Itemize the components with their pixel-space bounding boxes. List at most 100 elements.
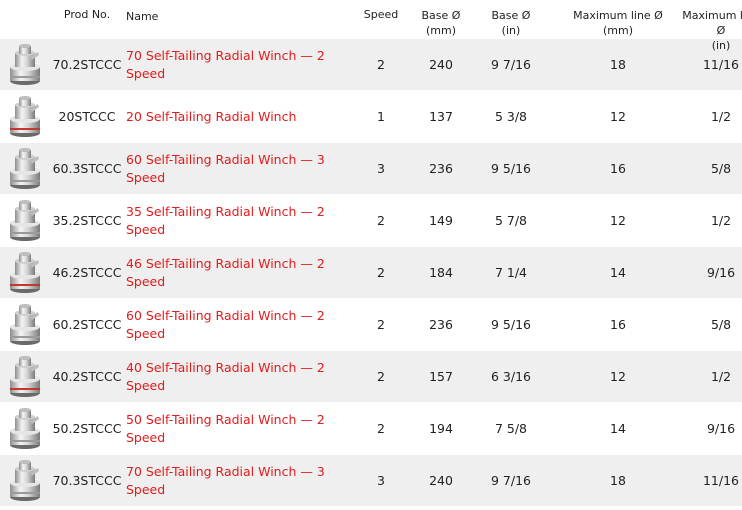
name-cell: 40 Self-Tailing Radial Winch — 2 Speed: [124, 351, 344, 402]
header-prod-no: Prod No.: [50, 0, 124, 38]
product-name-link[interactable]: 40 Self-Tailing Radial Winch — 2 Speed: [126, 359, 344, 395]
speed-cell: 2: [356, 403, 406, 454]
product-name-link[interactable]: 70 Self-Tailing Radial Winch — 3 Speed: [126, 463, 344, 499]
max-line-in-cell: 1/2: [678, 351, 742, 402]
product-image-cell[interactable]: [0, 143, 50, 194]
max-line-in-value: 1/2: [710, 109, 732, 124]
winch-thumbnail-icon[interactable]: [8, 147, 42, 191]
table-row: 40.2STCCC 40 Self-Tailing Radial Winch —…: [0, 350, 742, 402]
product-image-cell[interactable]: [0, 247, 50, 298]
product-name-link[interactable]: 50 Self-Tailing Radial Winch — 2 Speed: [126, 411, 344, 447]
product-name-link[interactable]: 35 Self-Tailing Radial Winch — 2 Speed: [126, 203, 344, 239]
winch-thumbnail-icon[interactable]: [8, 355, 42, 399]
max-line-in-value: 9/16: [706, 421, 736, 436]
winch-thumbnail-icon[interactable]: [8, 459, 42, 503]
base-mm-cell: 149: [406, 195, 476, 246]
product-name-link[interactable]: 70 Self-Tailing Radial Winch — 2 Speed: [126, 47, 344, 83]
product-name-link[interactable]: 60 Self-Tailing Radial Winch — 2 Speed: [126, 307, 344, 343]
product-image-cell[interactable]: [0, 91, 50, 142]
base-mm-cell: 194: [406, 403, 476, 454]
header-prod-no-label: Prod No.: [63, 8, 111, 21]
speed-cell: 2: [356, 39, 406, 90]
base-in-cell: 7 1/4: [476, 247, 546, 298]
prod-no: 35.2STCCC: [52, 213, 122, 228]
max-line-mm-value: 18: [610, 473, 626, 488]
winch-thumbnail-icon[interactable]: [8, 43, 42, 87]
max-line-in-cell: 5/8: [678, 143, 742, 194]
base-mm-value: 240: [429, 57, 453, 72]
max-line-mm-value: 16: [610, 161, 626, 176]
max-line-mm-value: 18: [610, 57, 626, 72]
base-in-value: 5 3/8: [494, 109, 528, 124]
prod-no-cell: 60.3STCCC: [50, 143, 124, 194]
max-line-in-value: 9/16: [706, 265, 736, 280]
winch-thumbnail-icon[interactable]: [8, 251, 42, 295]
base-in-value: 7 5/8: [494, 421, 528, 436]
winch-thumbnail-icon[interactable]: [8, 95, 42, 139]
product-image-cell[interactable]: [0, 455, 50, 506]
max-line-in-cell: 9/16: [678, 403, 742, 454]
speed-value: 2: [377, 317, 385, 332]
max-line-in-value: 5/8: [710, 317, 732, 332]
base-mm-cell: 157: [406, 351, 476, 402]
base-in-value: 6 3/16: [491, 369, 531, 384]
header-speed: Speed: [356, 0, 406, 38]
prod-no-cell: 46.2STCCC: [50, 247, 124, 298]
table-row: 35.2STCCC 35 Self-Tailing Radial Winch —…: [0, 194, 742, 246]
product-name-link[interactable]: 46 Self-Tailing Radial Winch — 2 Speed: [126, 255, 344, 291]
max-line-mm-cell: 14: [564, 403, 672, 454]
base-mm-cell: 236: [406, 299, 476, 350]
max-line-in-cell: 9/16: [678, 247, 742, 298]
base-mm-value: 240: [429, 473, 453, 488]
speed-value: 2: [377, 57, 385, 72]
name-cell: 60 Self-Tailing Radial Winch — 2 Speed: [124, 299, 344, 350]
base-in-cell: 5 7/8: [476, 195, 546, 246]
base-mm-cell: 236: [406, 143, 476, 194]
max-line-mm-cell: 18: [564, 455, 672, 506]
prod-no: 20STCCC: [58, 109, 116, 124]
prod-no-cell: 50.2STCCC: [50, 403, 124, 454]
speed-value: 2: [377, 369, 385, 384]
product-image-cell[interactable]: [0, 39, 50, 90]
product-image-cell[interactable]: [0, 195, 50, 246]
max-line-in-value: 11/16: [702, 473, 740, 488]
prod-no-cell: 70.3STCCC: [50, 455, 124, 506]
prod-no-cell: 35.2STCCC: [50, 195, 124, 246]
product-image-cell[interactable]: [0, 351, 50, 402]
base-in-cell: 5 3/8: [476, 91, 546, 142]
table-row: 46.2STCCC 46 Self-Tailing Radial Winch —…: [0, 246, 742, 298]
product-table: Prod No. Name Speed Base Ø (mm) Base Ø (in…: [0, 0, 742, 506]
header-base-in: Base Ø (in): [476, 0, 546, 38]
winch-thumbnail-icon[interactable]: [8, 199, 42, 243]
product-name-link[interactable]: 60 Self-Tailing Radial Winch — 3 Speed: [126, 151, 344, 187]
base-mm-value: 137: [429, 109, 453, 124]
header-speed-label: Speed: [363, 8, 399, 21]
prod-no-cell: 60.2STCCC: [50, 299, 124, 350]
base-in-cell: 9 5/16: [476, 299, 546, 350]
prod-no: 70.2STCCC: [52, 57, 122, 72]
winch-thumbnail-icon[interactable]: [8, 407, 42, 451]
max-line-mm-cell: 16: [564, 143, 672, 194]
base-in-value: 9 5/16: [491, 161, 531, 176]
header-base-mm-line1: Base Ø: [421, 9, 461, 22]
header-max-line-in: Maximum line Ø(in): [678, 0, 742, 52]
table-body: 70.2STCCC 70 Self-Tailing Radial Winch —…: [0, 38, 742, 506]
max-line-in-value: 1/2: [710, 213, 732, 228]
product-image-cell[interactable]: [0, 403, 50, 454]
header-max-in-line1: Maximum line Ø: [682, 9, 742, 37]
max-line-mm-cell: 12: [564, 195, 672, 246]
speed-value: 2: [377, 421, 385, 436]
header-max-line-mm: Maximum line Ø (mm): [564, 0, 672, 38]
speed-value: 1: [377, 109, 385, 124]
product-name-link[interactable]: 20 Self-Tailing Radial Winch: [126, 108, 296, 126]
max-line-in-cell: 1/2: [678, 91, 742, 142]
winch-thumbnail-icon[interactable]: [8, 303, 42, 347]
product-image-cell[interactable]: [0, 299, 50, 350]
base-in-value: 7 1/4: [494, 265, 528, 280]
header-name-label: Name: [126, 10, 159, 23]
base-in-cell: 9 7/16: [476, 39, 546, 90]
base-in-cell: 9 7/16: [476, 455, 546, 506]
base-in-cell: 7 5/8: [476, 403, 546, 454]
speed-cell: 2: [356, 299, 406, 350]
max-line-mm-value: 14: [610, 421, 626, 436]
